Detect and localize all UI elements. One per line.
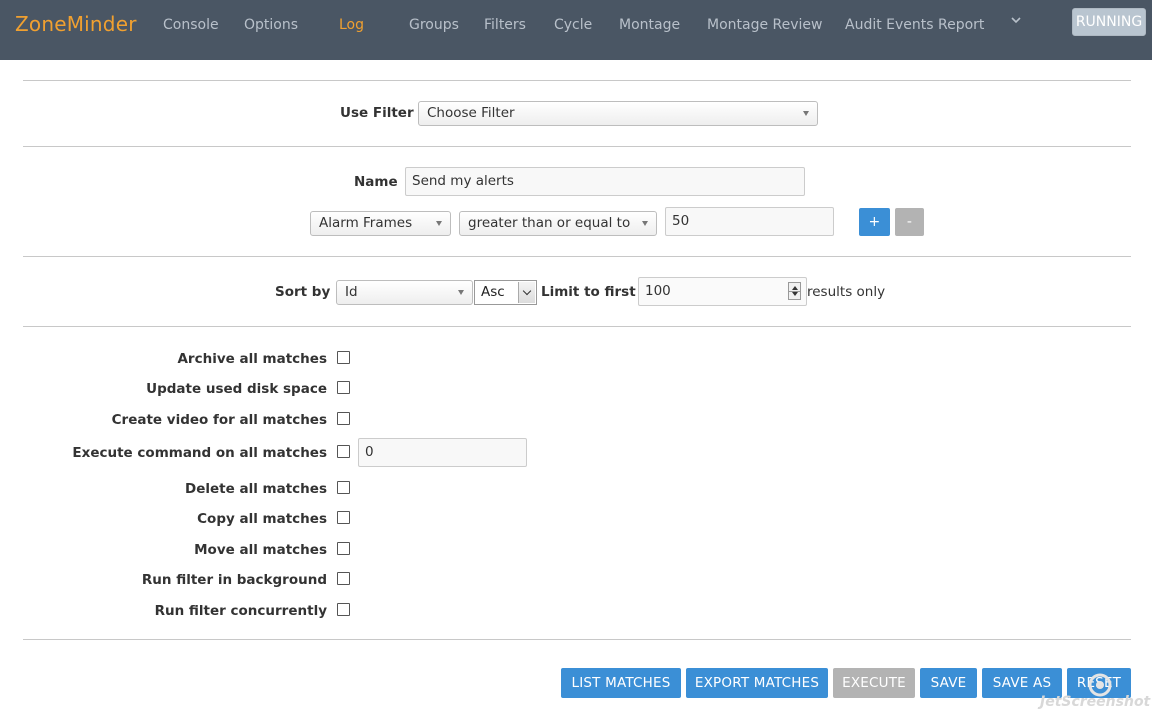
- limit-suffix: results only: [807, 284, 886, 300]
- nav-montage-review[interactable]: Montage Review: [707, 17, 823, 33]
- nav-options[interactable]: Options: [244, 17, 298, 33]
- create-video-label: Create video for all matches: [111, 412, 327, 428]
- term-value-input[interactable]: 50: [665, 207, 834, 236]
- sort-field-value: Id: [345, 284, 358, 300]
- create-video-checkbox[interactable]: [337, 412, 350, 425]
- limit-input[interactable]: 100: [638, 277, 807, 306]
- status-badge[interactable]: RUNNING: [1072, 8, 1146, 36]
- list-matches-button[interactable]: LIST MATCHES: [561, 668, 681, 698]
- name-label: Name: [354, 174, 398, 190]
- nav-console[interactable]: Console: [163, 17, 219, 33]
- dropdown-arrow-icon: [436, 221, 442, 226]
- limit-value: 100: [645, 283, 671, 299]
- sort-direction-select[interactable]: Asc: [474, 280, 537, 305]
- execute-command-label: Execute command on all matches: [72, 445, 327, 461]
- sort-field-select[interactable]: Id: [336, 280, 473, 305]
- nav-cycle[interactable]: Cycle: [554, 17, 592, 33]
- save-button[interactable]: SAVE: [920, 668, 977, 698]
- divider: [23, 639, 1131, 640]
- use-filter-value: Choose Filter: [427, 105, 515, 121]
- update-disk-space-label: Update used disk space: [146, 381, 327, 397]
- archive-checkbox[interactable]: [337, 351, 350, 364]
- concurrent-checkbox[interactable]: [337, 603, 350, 616]
- divider: [23, 146, 1131, 147]
- sort-by-label: Sort by: [275, 284, 331, 300]
- nav-groups[interactable]: Groups: [409, 17, 459, 33]
- delete-label: Delete all matches: [185, 481, 327, 497]
- copy-label: Copy all matches: [197, 511, 327, 527]
- concurrent-label: Run filter concurrently: [154, 603, 327, 619]
- move-checkbox[interactable]: [337, 542, 350, 555]
- divider: [23, 80, 1131, 81]
- brand-logo[interactable]: ZoneMinder: [15, 12, 137, 36]
- divider: [23, 326, 1131, 327]
- execute-command-input[interactable]: 0: [358, 438, 527, 467]
- name-input[interactable]: Send my alerts: [405, 167, 805, 196]
- move-label: Move all matches: [194, 542, 327, 558]
- sort-direction-value: Asc: [481, 284, 505, 300]
- limit-label: Limit to first: [541, 284, 636, 300]
- use-filter-label: Use Filter: [340, 105, 414, 121]
- nav-montage[interactable]: Montage: [619, 17, 680, 33]
- background-checkbox[interactable]: [337, 572, 350, 585]
- use-filter-select[interactable]: Choose Filter: [418, 101, 818, 126]
- chevron-down-icon[interactable]: [1010, 14, 1022, 26]
- copy-checkbox[interactable]: [337, 511, 350, 524]
- dropdown-arrow-icon: [458, 290, 464, 295]
- add-term-button[interactable]: +: [859, 208, 890, 236]
- update-disk-space-checkbox[interactable]: [337, 381, 350, 394]
- execute-command-checkbox[interactable]: [337, 445, 350, 458]
- chevron-down-icon: [518, 282, 535, 303]
- dropdown-arrow-icon: [803, 111, 809, 116]
- remove-term-button[interactable]: -: [895, 208, 924, 236]
- nav-filters[interactable]: Filters: [484, 17, 526, 33]
- number-spinner-icon[interactable]: [788, 282, 801, 300]
- archive-label: Archive all matches: [177, 351, 327, 367]
- dropdown-arrow-icon: [642, 221, 648, 226]
- execute-button[interactable]: EXECUTE: [833, 668, 915, 698]
- delete-checkbox[interactable]: [337, 481, 350, 494]
- export-matches-button[interactable]: EXPORT MATCHES: [686, 668, 828, 698]
- term-attribute-select[interactable]: Alarm Frames: [310, 211, 451, 236]
- divider: [23, 256, 1131, 257]
- top-navbar: ZoneMinder Console Options Log Groups Fi…: [0, 0, 1152, 60]
- term-operator-value: greater than or equal to: [468, 215, 631, 231]
- background-label: Run filter in background: [141, 572, 327, 588]
- term-operator-select[interactable]: greater than or equal to: [459, 211, 657, 236]
- term-attribute-value: Alarm Frames: [319, 215, 413, 231]
- nav-log[interactable]: Log: [339, 17, 364, 33]
- watermark-text: JetScreenshot: [1040, 694, 1151, 710]
- nav-audit-events-report[interactable]: Audit Events Report: [845, 17, 984, 33]
